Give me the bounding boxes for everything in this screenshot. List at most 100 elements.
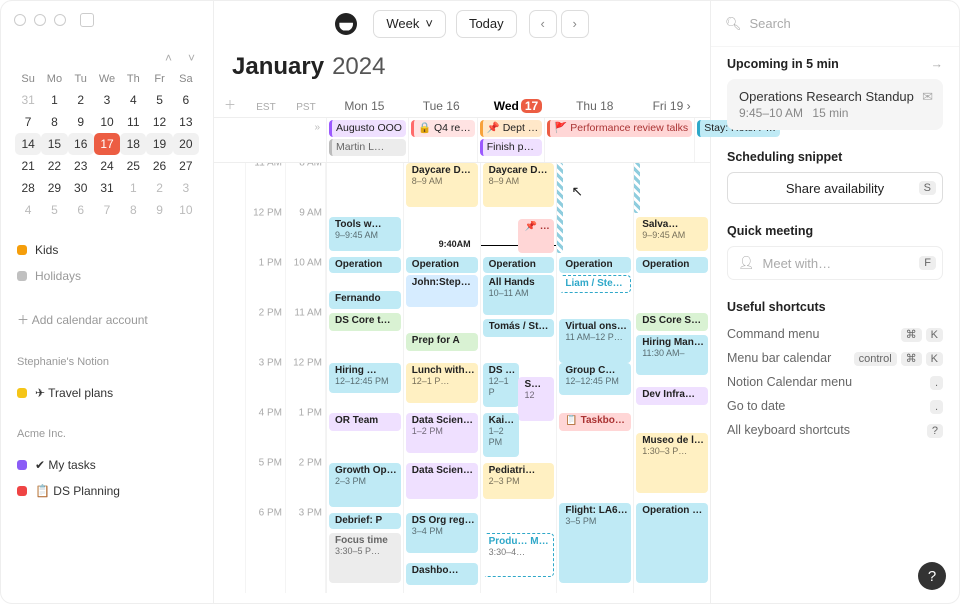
mini-cal-day[interactable]: 13 — [173, 111, 199, 133]
calendar-event[interactable]: John:Steph Coffee … — [406, 275, 478, 307]
calendar-event[interactable]: Dev Infra… — [636, 387, 708, 405]
calendar-event[interactable]: Focus time3:30–5 P… — [329, 533, 401, 583]
calendar-event[interactable]: DS Core S… — [636, 313, 708, 331]
today-button[interactable]: Today — [456, 10, 517, 38]
calendar-event[interactable]: Salva…9–9:45 AM — [636, 217, 708, 251]
mini-cal-day[interactable]: 4 — [15, 199, 41, 221]
calendar-event[interactable]: Data Scienc…1–2 PM — [406, 413, 478, 453]
calendar-event[interactable]: S…12 — [518, 377, 554, 421]
mini-cal-day[interactable]: 3 — [173, 177, 199, 199]
mini-cal-day[interactable]: 9 — [68, 111, 94, 133]
mini-cal-day[interactable]: 8 — [120, 199, 146, 221]
calendar-event[interactable]: Operation — [559, 257, 631, 273]
calendar-event[interactable]: Group C…12–12:45 PM — [559, 363, 631, 395]
mini-cal-day[interactable]: 26 — [146, 155, 172, 177]
mini-cal-day[interactable]: 1 — [41, 89, 67, 111]
allday-event[interactable]: Finish p… — [480, 139, 543, 156]
mini-cal-day[interactable]: 23 — [68, 155, 94, 177]
mini-cal-day[interactable]: 19 — [146, 133, 172, 155]
calendar-event[interactable]: 📌 P… — [518, 219, 554, 253]
calendar-event[interactable]: Hiring …12–12:45 PM — [329, 363, 401, 393]
view-switch[interactable]: Week˅ — [373, 10, 446, 38]
calendar-item[interactable]: Kids — [15, 237, 199, 263]
mini-cal-day[interactable]: 2 — [146, 177, 172, 199]
calendar-event[interactable]: Hiring Manage…11:30 AM– — [636, 335, 708, 375]
calendar-event[interactable]: Museo de la Memoria…1:30–3 P… — [636, 433, 708, 493]
mini-cal-day[interactable]: 5 — [41, 199, 67, 221]
calendar-event[interactable]: DS Core t… — [329, 313, 401, 331]
calendar-event[interactable]: Growth Optimiz…2–3 PM — [329, 463, 401, 507]
day-fri[interactable]: Fri 19 › — [633, 99, 710, 113]
shortcut-row[interactable]: All keyboard shortcuts? — [727, 418, 943, 442]
shortcut-row[interactable]: Command menu⌘K — [727, 322, 943, 346]
mini-cal-next[interactable]: ˅ — [184, 49, 199, 67]
calendar-event[interactable]: 📋 Taskbo… — [559, 413, 631, 431]
shortcut-row[interactable]: Notion Calendar menu. — [727, 370, 943, 394]
search-bar[interactable]: 🔍︎ Search — [711, 1, 959, 47]
calendar-event[interactable]: Prep for A — [406, 333, 478, 351]
calendar-event[interactable]: Operation — [329, 257, 401, 273]
mini-cal-day[interactable]: 28 — [15, 177, 41, 199]
prev-week[interactable]: ‹ — [529, 10, 557, 38]
calendar-item[interactable]: ✈ Travel plans — [15, 380, 199, 406]
calendar-event[interactable]: Daycare Dropoff8–9 AM — [406, 163, 478, 207]
traffic-light-close[interactable] — [14, 14, 26, 26]
calendar-event[interactable]: DS Qua…12–1 P — [483, 363, 519, 407]
shortcut-row[interactable]: Go to date. — [727, 394, 943, 418]
mini-cal-day[interactable]: 4 — [120, 89, 146, 111]
calendar-event[interactable]: DS Org regroup3–4 PM — [406, 513, 478, 553]
calendar-event[interactable]: Debrief: P — [329, 513, 401, 529]
mini-cal-day[interactable]: 14 — [15, 133, 41, 155]
calendar-item[interactable]: ✔ My tasks — [15, 452, 199, 478]
mini-cal-day[interactable]: 31 — [15, 89, 41, 111]
allday-collapse-icon[interactable]: » — [314, 122, 320, 133]
add-tz-button[interactable]: ＋ — [214, 96, 246, 113]
mini-cal-day[interactable]: 10 — [94, 111, 120, 133]
calendar-event[interactable]: Fernando — [329, 291, 401, 309]
calendar-event[interactable]: Produ… Mar…3:30–4… — [483, 533, 555, 577]
avatar[interactable] — [335, 13, 357, 35]
time-grid[interactable]: 11 AM12 PM1 PM2 PM3 PM4 PM5 PM6 PM 8 AM9… — [214, 163, 710, 593]
calendar-event[interactable]: Pediatri…2–3 PM — [483, 463, 555, 499]
mini-cal-day[interactable]: 6 — [68, 199, 94, 221]
add-calendar-account[interactable]: ＋ Add calendar account — [15, 305, 199, 334]
mini-cal-day[interactable]: 7 — [94, 199, 120, 221]
mini-cal-day[interactable]: 8 — [41, 111, 67, 133]
allday-event[interactable]: 🔒 Q4 re… — [411, 120, 475, 137]
mini-cal-prev[interactable]: ˄ — [161, 49, 176, 67]
mini-cal-day[interactable]: 11 — [120, 111, 146, 133]
calendar-event[interactable]: OR Team — [329, 413, 401, 431]
help-button[interactable]: ? — [918, 562, 946, 590]
day-wed[interactable]: Wed17 — [480, 99, 557, 113]
calendar-event[interactable]: Daycare Dropoff8–9 AM — [483, 163, 555, 207]
calendar-event[interactable]: Operation — [406, 257, 478, 273]
calendar-event[interactable]: Tools w…9–9:45 AM — [329, 217, 401, 251]
traffic-light-min[interactable] — [34, 14, 46, 26]
calendar-event[interactable]: Kai / Steph…1–2 PM — [483, 413, 519, 457]
mini-cal-day[interactable]: 3 — [94, 89, 120, 111]
share-availability-button[interactable]: Share availabilityS — [727, 172, 943, 204]
calendar-event[interactable]: Lunch with …12–1 P… — [406, 363, 478, 403]
allday-event[interactable]: 🚩 Performance review talks — [547, 120, 692, 137]
mini-cal-day[interactable]: 31 — [94, 177, 120, 199]
shortcut-row[interactable]: Menu bar calendarcontrol⌘K — [727, 346, 943, 370]
mini-cal-day[interactable]: 15 — [41, 133, 67, 155]
arrow-right-icon[interactable]: → — [931, 57, 944, 71]
mini-cal-day[interactable]: 10 — [173, 199, 199, 221]
mini-cal-day[interactable]: 12 — [146, 111, 172, 133]
calendar-item[interactable]: 📋 DS Planning — [15, 478, 199, 504]
next-week[interactable]: › — [561, 10, 589, 38]
calendar-event[interactable]: Flight: LA603 LAX→SCL3–5 PM — [559, 503, 631, 583]
calendar-event[interactable]: Data Scienc… — [406, 463, 478, 499]
sidebar-toggle-icon[interactable] — [80, 13, 94, 27]
calendar-event[interactable]: All Hands10–11 AM — [483, 275, 555, 315]
day-mon[interactable]: Mon 15 — [326, 99, 403, 113]
mini-cal-day[interactable]: 18 — [120, 133, 146, 155]
mini-cal-day[interactable]: 30 — [68, 177, 94, 199]
calendar-event[interactable]: Operation — [483, 257, 555, 273]
traffic-light-max[interactable] — [54, 14, 66, 26]
allday-event[interactable]: Martin L… — [329, 139, 406, 156]
mini-cal-day[interactable]: 6 — [173, 89, 199, 111]
day-thu[interactable]: Thu 18 — [556, 99, 633, 113]
day-tue[interactable]: Tue 16 — [403, 99, 480, 113]
